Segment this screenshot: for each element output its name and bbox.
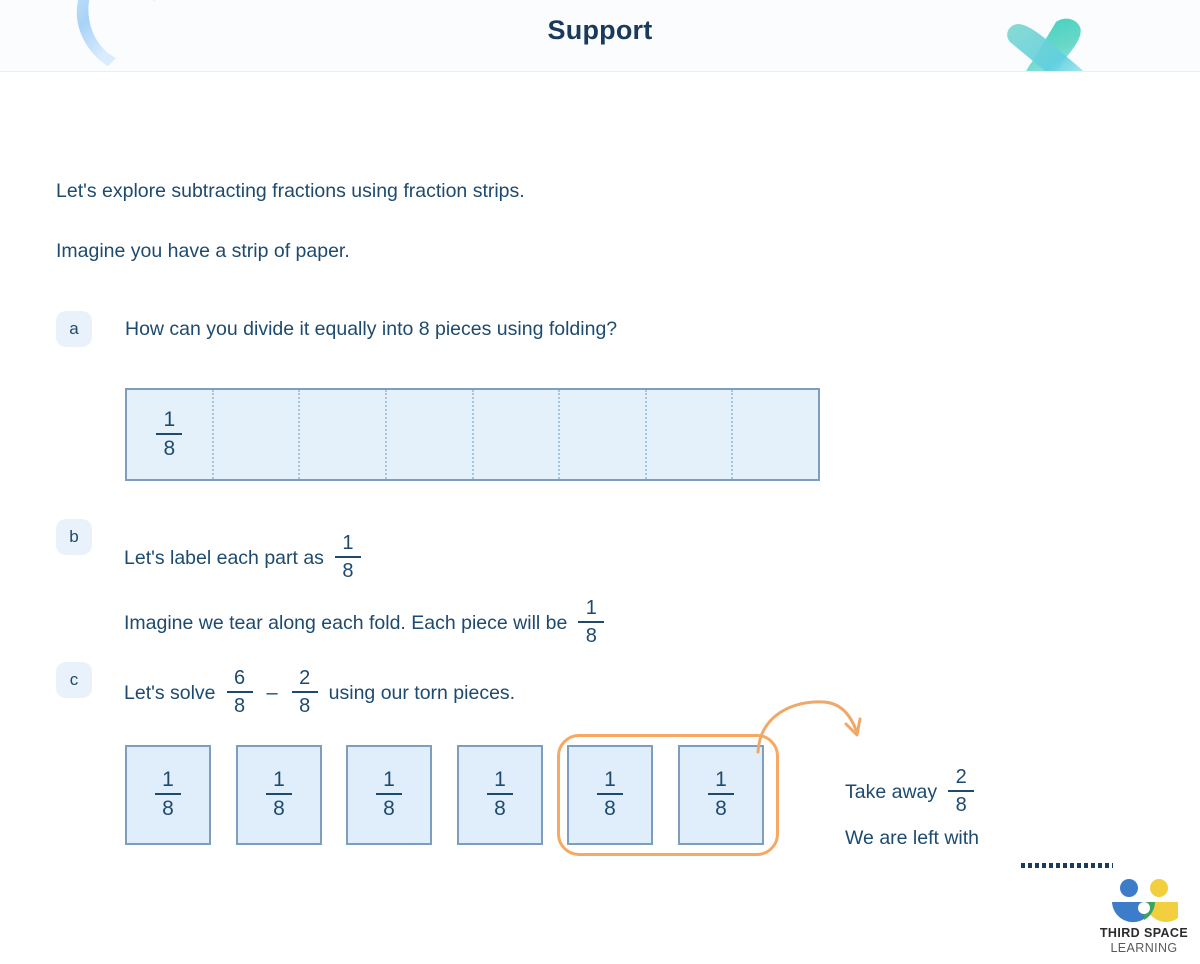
fraction-strip[interactable]: 1 8: [125, 388, 820, 481]
fraction-numerator: 1: [273, 768, 285, 791]
fraction-numerator: 2: [955, 766, 967, 788]
logo-name-line-1: THIRD SPACE: [1099, 926, 1189, 940]
fraction-two-eighths: 2 8: [291, 667, 318, 717]
fraction-numerator: 1: [585, 597, 597, 619]
logo-name-line-2: LEARNING: [1110, 941, 1178, 955]
teal-cross-decoration-icon: [992, 8, 1122, 71]
worksheet-body: Let's explore subtracting fractions usin…: [0, 72, 1200, 955]
subtraction-operator: –: [266, 681, 278, 704]
fraction-denominator: 8: [163, 436, 176, 460]
question-c-suffix: using our torn pieces.: [328, 681, 516, 704]
question-b-line-2: Imagine we tear along each fold. Each pi…: [124, 597, 615, 647]
third-space-learning-logo: THIRD SPACE LEARNING: [1094, 878, 1194, 964]
fraction-two-eighths: 2 8: [948, 766, 975, 816]
fraction-one-eighth: 1 8: [376, 769, 402, 819]
question-c-prefix: Let's solve: [124, 681, 216, 704]
fraction-numerator: 1: [342, 532, 354, 554]
fraction-denominator: 8: [585, 625, 597, 647]
page-header: Support: [0, 0, 1200, 72]
torn-piece-tile[interactable]: 1 8: [236, 745, 322, 845]
fraction-strip-cell[interactable]: [384, 390, 472, 479]
question-badge-a: a: [56, 311, 92, 347]
fraction-denominator: 8: [233, 695, 246, 717]
fraction-one-eighth: 1 8: [266, 769, 292, 819]
question-b-line-1: Let's label each part as 1 8: [124, 532, 372, 582]
fraction-denominator: 8: [383, 797, 395, 820]
fraction-numerator: 2: [299, 667, 311, 689]
highlight-selection-ring: [557, 734, 779, 856]
intro-line-2: Imagine you have a strip of paper.: [56, 240, 350, 262]
question-a-label: How can you divide it equally into 8 pie…: [125, 318, 618, 340]
torn-piece-tile[interactable]: 1 8: [457, 745, 543, 845]
fraction-one-eighth: 1 8: [487, 769, 513, 819]
result-label: We are left with: [845, 827, 980, 849]
question-badge-b: b: [56, 519, 92, 555]
fraction-one-eighth: 1 8: [155, 769, 181, 819]
fraction-strip-cell[interactable]: [731, 390, 818, 479]
fraction-strip-cell[interactable]: [211, 390, 299, 479]
answer-blank-dotted-line[interactable]: [1021, 863, 1113, 868]
torn-piece-tile[interactable]: 1 8: [346, 745, 432, 845]
fraction-denominator: 8: [273, 797, 285, 820]
fraction-numerator: 1: [494, 768, 506, 791]
fraction-denominator: 8: [162, 797, 174, 820]
take-away-line: Take away 2 8: [845, 766, 985, 816]
question-b-line-1-text: Let's label each part as: [124, 546, 324, 569]
fraction-denominator: 8: [299, 695, 311, 717]
third-space-learning-logo-icon: [1102, 878, 1186, 924]
fraction-strip-cell[interactable]: [644, 390, 732, 479]
question-a-text: How can you divide it equally into 8 pie…: [125, 318, 617, 341]
fraction-strip-cell[interactable]: [558, 390, 645, 479]
fraction-strip-cell[interactable]: [471, 390, 559, 479]
fraction-one-eighth: 1 8: [156, 407, 183, 460]
fraction-denominator: 8: [494, 797, 506, 820]
fraction-one-eighth: 1 8: [578, 597, 605, 647]
curved-arrow-icon: [752, 696, 882, 758]
fraction-denominator: 8: [955, 794, 967, 816]
take-away-label: Take away: [845, 780, 938, 803]
question-badge-c: c: [56, 662, 92, 698]
intro-line-1: Let's explore subtracting fractions usin…: [56, 180, 525, 202]
fraction-numerator: 1: [383, 768, 395, 791]
torn-piece-tile[interactable]: 1 8: [125, 745, 211, 845]
question-b-line-2-text: Imagine we tear along each fold. Each pi…: [124, 611, 568, 634]
fraction-one-eighth: 1 8: [334, 532, 361, 582]
fraction-strip-cell[interactable]: [298, 390, 385, 479]
fraction-six-eighths: 6 8: [226, 667, 253, 717]
fraction-denominator: 8: [342, 560, 354, 582]
fraction-numerator: 1: [162, 768, 174, 791]
fraction-numerator: 1: [163, 407, 176, 431]
fraction-numerator: 6: [233, 667, 246, 689]
question-c-line: Let's solve 6 8 – 2 8 using our torn pie…: [124, 667, 516, 717]
fraction-strip-cell[interactable]: 1 8: [127, 390, 212, 479]
